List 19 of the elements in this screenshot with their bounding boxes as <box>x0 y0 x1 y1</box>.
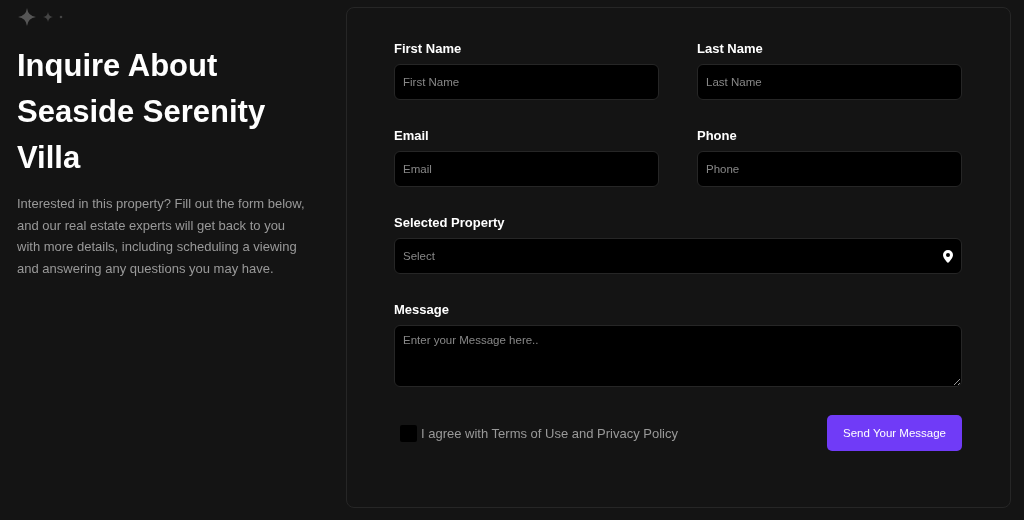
location-pin-icon <box>943 249 953 263</box>
page-title: Inquire About Seaside Serenity Villa <box>17 47 267 177</box>
intro-text: Interested in this property? Fill out the form below, and our real estate experts will get back to you with more details, including scheduling a viewing and answering any questions you may have. <box>17 195 306 278</box>
sparkle-icon <box>17 7 65 27</box>
field-label: Selected Property <box>394 215 506 230</box>
select-field[interactable]: Select <box>394 238 962 274</box>
input-field[interactable]: First Name <box>394 64 659 100</box>
field-label: Phone <box>697 128 738 143</box>
input-field[interactable]: Email <box>394 151 659 187</box>
field-label: First Name <box>394 41 463 56</box>
message-field[interactable]: Enter your Message here.. <box>394 325 962 387</box>
select-placeholder: Select <box>403 250 435 262</box>
input-field[interactable]: Phone <box>697 151 962 187</box>
agreement-label: I agree with Terms of Use and Privacy Policy <box>421 425 678 441</box>
field-label: Message <box>394 302 450 317</box>
send-button[interactable]: Send Your Message <box>827 415 962 451</box>
field-label: Last Name <box>697 41 764 56</box>
input-field[interactable]: Last Name <box>697 64 962 100</box>
field-label: Email <box>394 128 430 143</box>
